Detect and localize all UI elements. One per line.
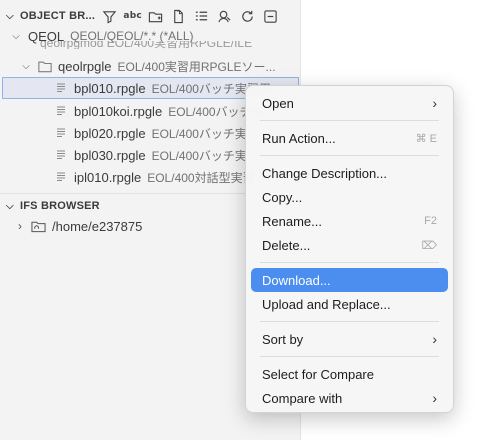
file-lines-icon [54, 170, 68, 184]
menu-separator [260, 321, 439, 322]
menu-item-label: Copy... [262, 189, 303, 205]
file-lines-icon [54, 81, 68, 95]
tree-item-description: EOL/400バッチ実 [151, 126, 247, 141]
delete-key-icon: ⌦ [421, 239, 437, 252]
menu-item-label: Download... [262, 272, 331, 288]
object-browser-toolbar: abc [101, 8, 279, 25]
menu-item-upload-replace[interactable]: Upload and Replace... [251, 292, 448, 316]
menu-item-rename[interactable]: Rename... F2 [251, 209, 448, 233]
tree-item-label: bpl020.rpgle [74, 125, 146, 141]
menu-item-label: Open [262, 95, 294, 111]
home-folder-icon [30, 219, 46, 233]
menu-separator [260, 262, 439, 263]
menu-separator [260, 155, 439, 156]
filter-icon[interactable] [101, 8, 118, 25]
file-lines-icon [54, 104, 68, 118]
menu-item-download[interactable]: Download... [251, 268, 448, 292]
menu-item-label: Run Action... [262, 130, 336, 146]
abc-icon[interactable]: abc [123, 8, 141, 25]
menu-item-open[interactable]: Open › [251, 91, 448, 115]
context-menu: Open › Run Action... ⌘ E Change Descript… [245, 85, 454, 413]
tree-item-partial: qeolrpgmod EOL/400実習用RPGLE/ILE [40, 41, 290, 49]
menu-item-label: Sort by [262, 331, 304, 347]
new-folder-icon[interactable] [147, 8, 164, 25]
object-browser-title: OBJECT BR... [20, 10, 96, 22]
menu-separator [260, 120, 439, 121]
shortcut-label: F2 [424, 215, 437, 227]
menu-item-change-description[interactable]: Change Description... [251, 161, 448, 185]
tree-item-description: EOL/400バッチ実 [151, 148, 247, 163]
chevron-right-icon: › [432, 331, 437, 347]
menu-item-delete[interactable]: Delete... ⌦ [251, 233, 448, 257]
chevron-down-icon[interactable]: ⌵ [6, 201, 16, 212]
tree-item-label: bpl010.rpgle [74, 80, 146, 96]
chevron-right-icon: › [432, 95, 437, 111]
menu-item-label: Compare with [262, 390, 343, 406]
new-file-icon[interactable] [170, 8, 187, 25]
file-lines-icon [54, 126, 68, 140]
tree-item-label: bpl010koi.rpgle [74, 103, 163, 119]
tree-item-qeolrpgle[interactable]: ⌵ qeolrpgle EOL/400実習用RPGLEソー... [0, 55, 300, 77]
object-browser-header[interactable]: ⌵ OBJECT BR... abc [0, 5, 300, 27]
menu-item-copy[interactable]: Copy... [251, 185, 448, 209]
menu-item-label: Upload and Replace... [262, 296, 391, 312]
collapse-all-icon[interactable] [262, 8, 279, 25]
chevron-down-icon[interactable]: ⌵ [10, 31, 22, 42]
tree-item-label: /home/e237875 [52, 218, 143, 234]
tree-item-partial-label: qeolrpgmod EOL/400実習用RPGLE/ILE [40, 41, 253, 49]
menu-item-select-compare[interactable]: Select for Compare [251, 362, 448, 386]
chevron-right-icon[interactable]: › [14, 219, 26, 233]
menu-item-sort-by[interactable]: Sort by › [251, 327, 448, 351]
tree-item-description: EOL/400対話型実習 [147, 170, 255, 185]
folder-icon [38, 59, 52, 73]
tree-item-label: ipl010.rpgle [74, 169, 142, 185]
chevron-down-icon[interactable]: ⌵ [20, 61, 32, 72]
ifs-browser-title: IFS BROWSER [20, 200, 100, 212]
shortcut-label: ⌘ E [415, 132, 437, 145]
refresh-icon[interactable] [239, 8, 256, 25]
chevron-right-icon: › [432, 390, 437, 406]
list-icon[interactable] [193, 8, 210, 25]
menu-item-label: Change Description... [262, 165, 388, 181]
menu-item-run-action[interactable]: Run Action... ⌘ E [251, 126, 448, 150]
tree-item-description: EOL/400実習用RPGLEソー... [117, 59, 276, 74]
tree-item-label: bpl030.rpgle [74, 147, 146, 163]
menu-item-label: Delete... [262, 237, 311, 253]
chevron-down-icon[interactable]: ⌵ [6, 11, 16, 22]
menu-item-label: Rename... [262, 213, 322, 229]
menu-separator [260, 356, 439, 357]
tree-item-label: qeolrpgle [58, 58, 112, 74]
menu-item-label: Select for Compare [262, 366, 374, 382]
file-lines-icon [54, 148, 68, 162]
search-person-icon[interactable] [216, 8, 233, 25]
menu-item-compare-with[interactable]: Compare with › [251, 386, 448, 410]
